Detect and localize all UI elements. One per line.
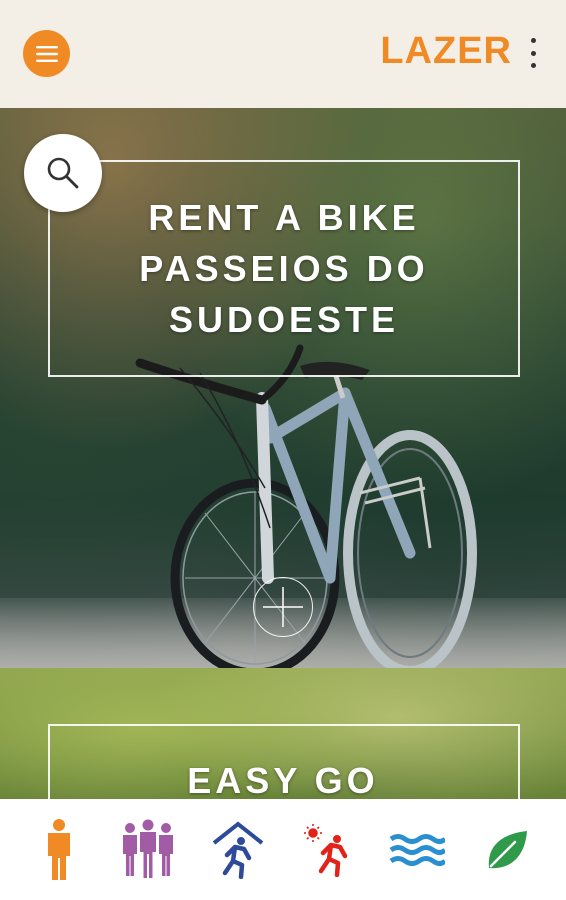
group-icon [123,819,174,878]
expand-card-button[interactable] [253,577,313,637]
search-icon [47,157,79,189]
nav-item-outdoor[interactable] [293,815,363,885]
card-easy-go[interactable]: EASY GO [0,668,566,799]
hamburger-menu-icon [35,45,58,62]
app-title: LAZER [380,30,512,72]
nav-item-water[interactable] [382,815,452,885]
nav-item-nature[interactable] [472,815,542,885]
top-app-bar: LAZER [0,0,566,108]
leaf-icon [488,830,528,868]
nav-item-individual[interactable] [24,815,94,885]
water-icon [390,833,446,866]
menu-button[interactable] [23,30,70,77]
more-vertical-icon [530,38,536,43]
person-icon [47,818,70,880]
bottom-navigation [0,799,566,900]
card-title-line-3: SUDOESTE [168,299,400,340]
search-button[interactable] [24,134,102,212]
card-title: EASY GO [187,760,379,799]
nav-item-group[interactable] [113,815,183,885]
card-title-frame: RENT A BIKE PASSEIOS DO SUDOESTE [48,160,520,377]
indoor-activity-icon [212,820,264,879]
card-title-line-1: RENT A BIKE [148,197,420,238]
more-options-button[interactable] [526,38,540,68]
card-rent-a-bike[interactable]: RENT A BIKE PASSEIOS DO SUDOESTE [0,108,566,668]
content-feed[interactable]: RENT A BIKE PASSEIOS DO SUDOESTE EASY GO [0,108,566,799]
nav-item-indoor[interactable] [203,815,273,885]
plus-icon [263,587,303,627]
outdoor-activity-icon [303,823,348,877]
card-title-line-2: PASSEIOS DO [139,248,429,289]
